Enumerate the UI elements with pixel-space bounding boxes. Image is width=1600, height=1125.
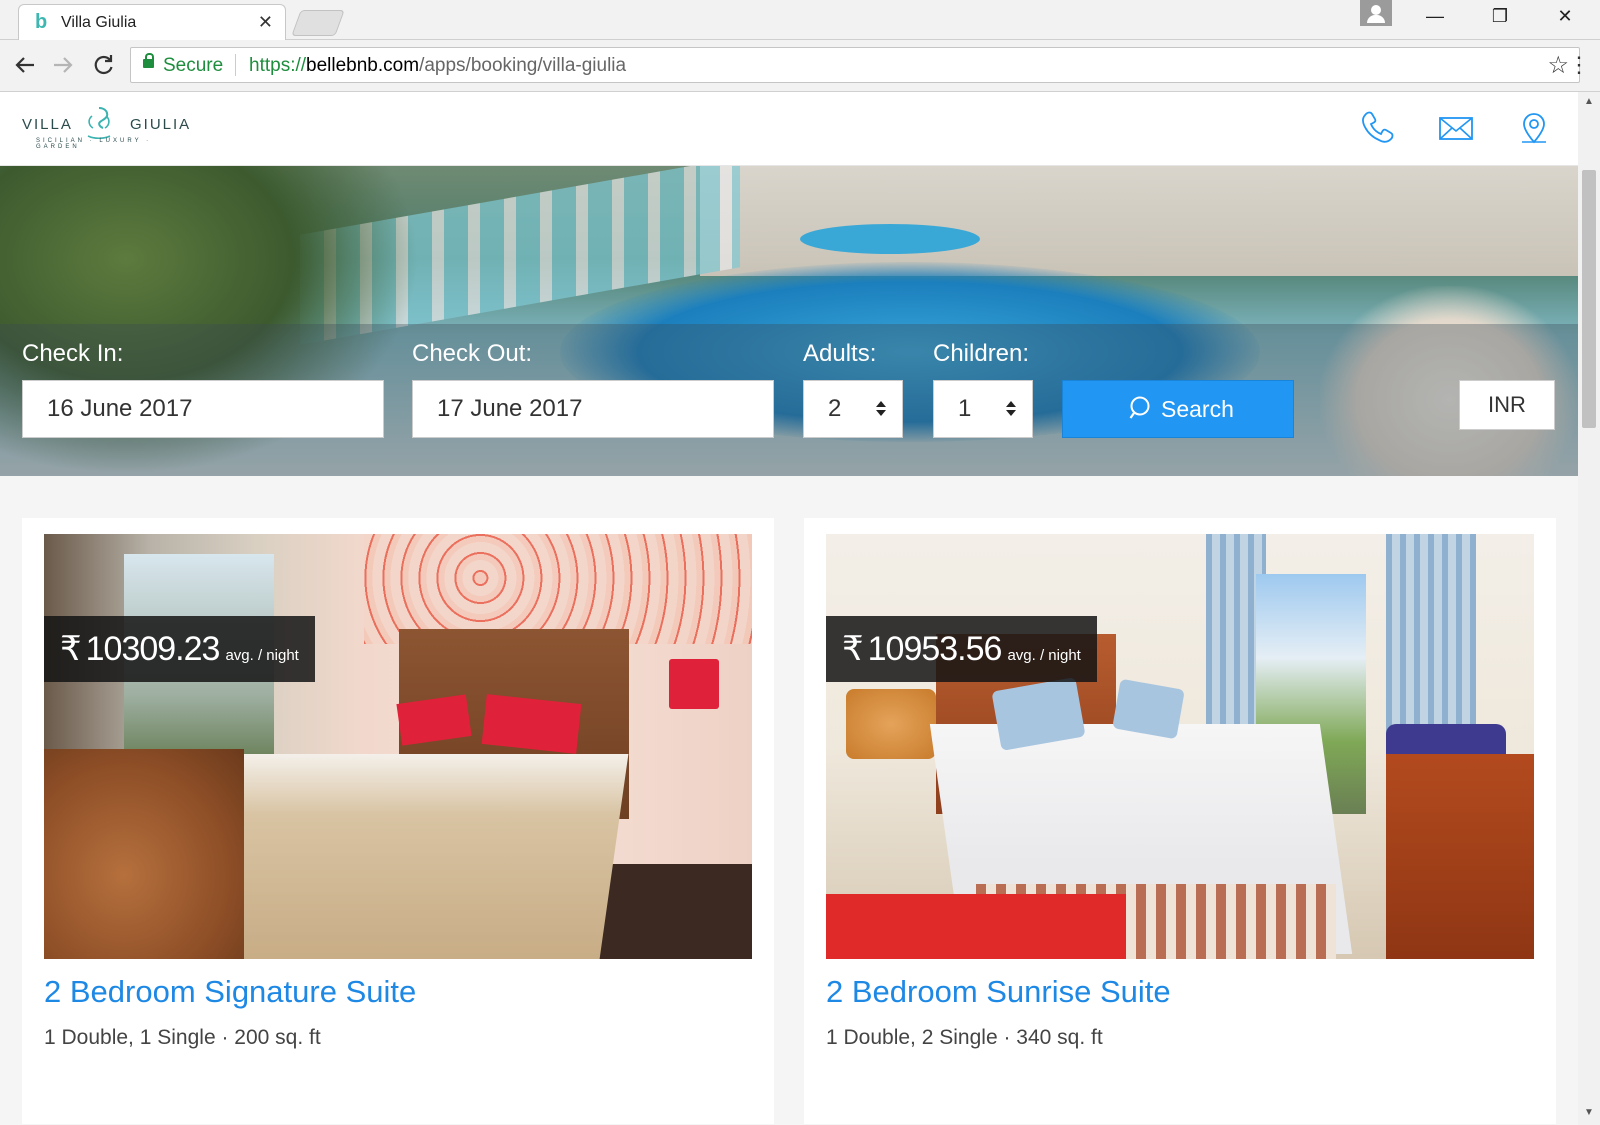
back-arrow-icon[interactable] (10, 50, 40, 80)
select-arrows-icon (876, 401, 886, 417)
adults-select[interactable]: 2 (803, 380, 903, 438)
select-arrows-icon (1006, 401, 1016, 417)
bookmark-star-icon[interactable]: ☆ (1547, 51, 1569, 80)
close-window-icon[interactable]: ✕ (1550, 6, 1580, 27)
browser-menu-icon[interactable]: ⋮ (1568, 50, 1590, 80)
scroll-up-arrow-icon[interactable]: ▲ (1578, 96, 1600, 110)
room-price: 10309.23 (85, 630, 221, 668)
lock-icon (143, 53, 154, 68)
logo-text-right: GIULIA (130, 116, 192, 133)
price-unit: avg. / night (1007, 646, 1081, 664)
room-price: 10953.56 (867, 630, 1003, 668)
browser-toolbar: Secure https://bellebnb.com/apps/booking… (0, 40, 1600, 92)
hero-banner: Check In: 16 June 2017 Check Out: 17 Jun… (0, 166, 1578, 476)
adults-value: 2 (828, 395, 842, 422)
search-button-label: Search (1161, 396, 1234, 422)
site-header: VILLA GIULIA SICILIAN · LUXURY · GARDEN (0, 92, 1578, 166)
envelope-icon[interactable] (1436, 108, 1476, 148)
browser-tab[interactable]: b Villa Giulia ✕ (18, 4, 286, 40)
forward-arrow-icon[interactable] (48, 50, 78, 80)
check-out-date-field[interactable]: 17 June 2017 (412, 380, 774, 438)
url-host: bellebnb.com (306, 55, 420, 76)
children-select[interactable]: 1 (933, 380, 1033, 438)
new-tab-button[interactable] (291, 10, 345, 36)
security-indicator[interactable]: Secure (163, 55, 223, 77)
site-logo[interactable]: VILLA GIULIA SICILIAN · LUXURY · GARDEN (22, 104, 189, 154)
url-text[interactable]: https://bellebnb.com/apps/booking/villa-… (249, 55, 626, 77)
price-unit: avg. / night (225, 646, 299, 664)
url-path: /apps/booking/villa-giulia (419, 55, 627, 76)
minimize-icon[interactable]: — (1420, 6, 1450, 27)
room-card[interactable]: ₹10309.23 avg. / night 2 Bedroom Signatur… (22, 518, 774, 1124)
address-bar[interactable]: Secure https://bellebnb.com/apps/booking… (130, 47, 1580, 83)
tab-close-icon[interactable]: ✕ (258, 12, 273, 33)
tab-title: Villa Giulia (61, 14, 137, 31)
room-details: 1 Double, 2 Single · 340 sq. ft (826, 1026, 1103, 1049)
scroll-down-arrow-icon[interactable]: ▼ (1578, 1107, 1600, 1121)
rupee-icon: ₹ (842, 630, 864, 668)
omnibox-divider (235, 54, 236, 76)
map-pin-icon[interactable] (1514, 108, 1554, 148)
price-badge: ₹10953.56 avg. / night (826, 616, 1097, 682)
room-details: 1 Double, 1 Single · 200 sq. ft (44, 1026, 321, 1049)
page-scrollbar[interactable]: ▲ ▼ (1578, 92, 1600, 1125)
currency-selector[interactable]: INR (1459, 380, 1555, 430)
room-photo[interactable]: ₹10309.23 avg. / night (44, 534, 752, 959)
browser-tab-strip: b Villa Giulia ✕ — ❐ ✕ (0, 0, 1600, 40)
check-in-label: Check In: (22, 340, 124, 367)
adults-label: Adults: (803, 340, 877, 367)
children-value: 1 (958, 395, 972, 422)
restore-icon[interactable]: ❐ (1485, 6, 1515, 27)
reload-icon[interactable] (88, 50, 118, 80)
room-title-link[interactable]: 2 Bedroom Sunrise Suite (826, 974, 1171, 1010)
profile-avatar-icon[interactable] (1360, 0, 1392, 26)
price-badge: ₹10309.23 avg. / night (44, 616, 315, 682)
scrollbar-thumb[interactable] (1582, 170, 1596, 428)
logo-text-left: VILLA (22, 116, 73, 133)
site-favicon-icon: b (35, 11, 48, 33)
search-icon (1129, 396, 1150, 419)
hero-image-pool-small (800, 224, 980, 254)
children-label: Children: (933, 340, 1030, 367)
phone-icon[interactable] (1358, 108, 1398, 148)
hero-image-deck (700, 166, 1578, 276)
search-button[interactable]: Search (1062, 380, 1294, 438)
check-out-label: Check Out: (412, 340, 533, 367)
room-title-link[interactable]: 2 Bedroom Signature Suite (44, 974, 416, 1010)
rupee-icon: ₹ (60, 630, 82, 668)
room-photo[interactable]: ₹10953.56 avg. / night (826, 534, 1534, 959)
logo-tagline: SICILIAN · LUXURY · GARDEN (36, 138, 152, 150)
url-scheme: https:// (249, 55, 307, 76)
room-card[interactable]: ₹10953.56 avg. / night 2 Bedroom Sunrise … (804, 518, 1556, 1124)
seahorse-logo-icon (87, 107, 111, 140)
check-in-date-field[interactable]: 16 June 2017 (22, 380, 384, 438)
